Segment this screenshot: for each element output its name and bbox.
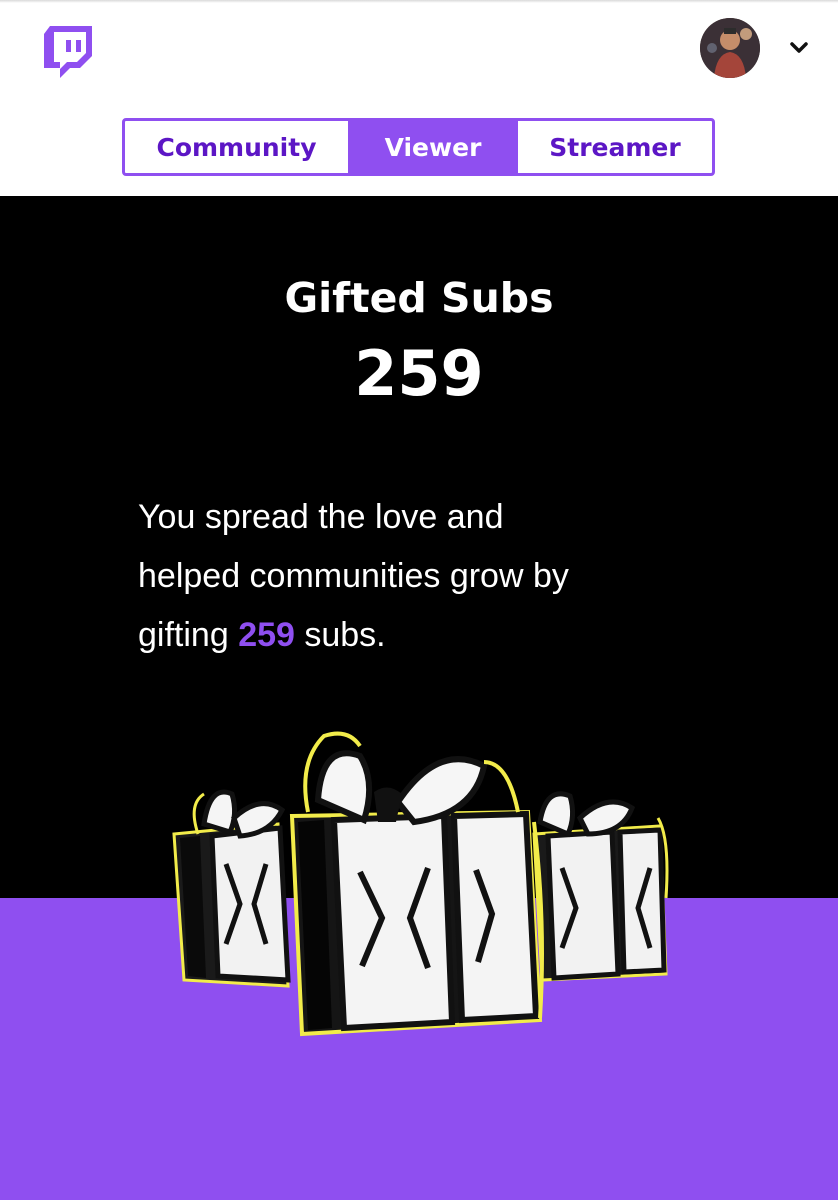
right-gift [532, 791, 669, 982]
chevron-down-icon[interactable] [789, 40, 809, 56]
stat-value: 259 [354, 337, 484, 410]
top-header: Community Viewer Streamer [0, 0, 838, 196]
description-line-1: You spread the love and [138, 498, 504, 536]
description-line-3-prefix: gifting [138, 616, 239, 654]
user-avatar[interactable] [700, 18, 760, 78]
description-line-2: helped communities grow by [138, 557, 569, 595]
tab-streamer[interactable]: Streamer [518, 121, 712, 173]
tab-community[interactable]: Community [125, 121, 348, 173]
description-line-3-suffix: subs. [294, 616, 386, 654]
stat-title: Gifted Subs [284, 274, 554, 322]
left-gift [172, 789, 291, 988]
twitch-logo-icon[interactable] [44, 26, 92, 80]
header-shadow [0, 0, 838, 3]
description-highlight-count: 259 [238, 616, 295, 654]
gift-boxes-icon [172, 731, 669, 1037]
center-gift [289, 731, 544, 1037]
tab-viewer[interactable]: Viewer [348, 121, 518, 173]
view-tabs: Community Viewer Streamer [122, 118, 715, 176]
avatar-image [700, 18, 760, 78]
stat-description: You spread the love and helped communiti… [138, 488, 738, 665]
